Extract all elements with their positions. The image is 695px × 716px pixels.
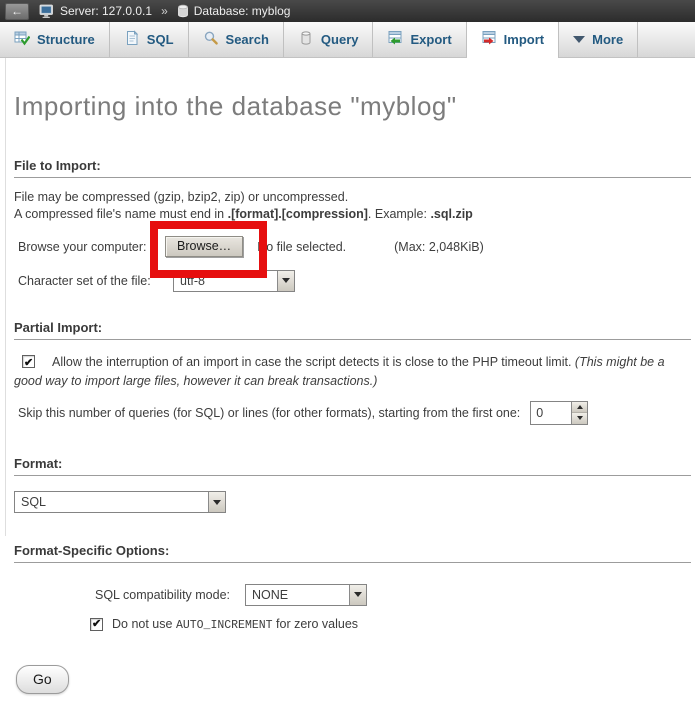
page-title: Importing into the database "myblog" xyxy=(14,91,691,121)
section-heading-format: Format: xyxy=(14,456,691,476)
charset-row: Character set of the file: utf-8 xyxy=(18,269,695,292)
compression-example: .sql.zip xyxy=(430,207,472,221)
chevron-down-icon xyxy=(282,278,290,283)
format-select[interactable]: SQL xyxy=(14,491,226,513)
allow-interruption-row: Allow the interruption of an import in c… xyxy=(14,353,677,391)
back-button[interactable]: ← xyxy=(5,3,29,20)
browse-computer-label: Browse your computer: xyxy=(18,240,165,254)
auto-increment-prefix: Do not use xyxy=(112,617,176,631)
skip-queries-label: Skip this number of queries (for SQL) or… xyxy=(18,406,520,420)
skip-queries-row: Skip this number of queries (for SQL) or… xyxy=(18,400,695,425)
compression-format-pattern: .[format].[compression] xyxy=(228,207,368,221)
tab-label: More xyxy=(592,32,623,47)
tab-export[interactable]: Export xyxy=(373,22,466,57)
spinner-buttons xyxy=(571,402,587,424)
charset-select-value: utf-8 xyxy=(174,271,277,291)
format-select-value: SQL xyxy=(15,492,208,512)
browse-button[interactable]: Browse… xyxy=(165,236,243,257)
section-heading-partial-import: Partial Import: xyxy=(14,320,691,340)
format-select-arrow-button[interactable] xyxy=(208,492,225,512)
charset-select[interactable]: utf-8 xyxy=(173,270,295,292)
search-icon xyxy=(203,30,219,49)
file-compression-info: File may be compressed (gzip, bzip2, zip… xyxy=(14,189,677,223)
breadcrumb-server-link[interactable]: Server: 127.0.0.1 xyxy=(60,4,152,18)
skip-queries-value: 0 xyxy=(531,402,571,424)
tab-sql[interactable]: SQL xyxy=(110,22,189,57)
charset-select-arrow-button[interactable] xyxy=(277,271,294,291)
tab-import[interactable]: Import xyxy=(467,22,559,58)
tab-label: Structure xyxy=(37,32,95,47)
export-icon xyxy=(387,30,403,49)
structure-icon xyxy=(14,30,30,49)
tab-label: Import xyxy=(504,32,544,47)
tab-more[interactable]: More xyxy=(559,22,638,57)
auto-increment-checkbox[interactable] xyxy=(90,618,103,631)
spinner-down-button[interactable] xyxy=(572,413,587,424)
compression-line2-prefix: A compressed file's name must end in xyxy=(14,207,228,221)
breadcrumb-database-link[interactable]: Database: myblog xyxy=(194,4,291,18)
import-icon xyxy=(481,30,497,49)
auto-increment-code: AUTO_INCREMENT xyxy=(176,619,273,632)
allow-interruption-checkbox[interactable] xyxy=(22,355,35,368)
auto-increment-suffix: for zero values xyxy=(273,617,358,631)
tab-query[interactable]: Query xyxy=(284,22,374,57)
max-upload-size: (Max: 2,048KiB) xyxy=(394,240,484,254)
chevron-down-icon xyxy=(213,500,221,505)
allow-interruption-text: Allow the interruption of an import in c… xyxy=(52,355,575,369)
database-icon xyxy=(177,4,189,18)
sql-compatibility-label: SQL compatibility mode: xyxy=(95,588,245,602)
section-heading-format-options: Format-Specific Options: xyxy=(14,543,691,563)
breadcrumb: Server: 127.0.0.1 » Database: myblog xyxy=(39,4,290,19)
tab-bar-filler xyxy=(638,22,695,57)
file-upload-row: Browse your computer: Browse… No file se… xyxy=(18,235,695,258)
content-left-border xyxy=(5,58,6,536)
section-heading-file-to-import: File to Import: xyxy=(14,158,691,178)
chevron-down-icon xyxy=(573,36,585,43)
compression-line2-mid: . Example: xyxy=(368,207,431,221)
breadcrumb-bar: ← Server: 127.0.0.1 » Database: myblog xyxy=(0,0,695,22)
no-file-selected-text: No file selected. xyxy=(257,240,346,254)
chevron-down-icon xyxy=(354,592,362,597)
format-row: SQL xyxy=(14,491,695,513)
auto-increment-label: Do not use AUTO_INCREMENT for zero value… xyxy=(112,617,358,632)
sql-icon xyxy=(124,30,140,49)
sql-compatibility-row: SQL compatibility mode: NONE xyxy=(95,582,695,607)
tab-label: Search xyxy=(226,32,269,47)
chevron-up-icon xyxy=(577,405,583,409)
sql-compatibility-value: NONE xyxy=(246,585,349,605)
spinner-up-button[interactable] xyxy=(572,402,587,414)
auto-increment-row: Do not use AUTO_INCREMENT for zero value… xyxy=(90,617,695,632)
go-button[interactable]: Go xyxy=(16,665,69,694)
compat-select-arrow-button[interactable] xyxy=(349,585,366,605)
tab-label: Export xyxy=(410,32,451,47)
sql-compatibility-select[interactable]: NONE xyxy=(245,584,367,606)
query-icon xyxy=(298,30,314,49)
tab-structure[interactable]: Structure xyxy=(0,22,110,57)
tab-search[interactable]: Search xyxy=(189,22,284,57)
tab-bar: Structure SQL Search xyxy=(0,22,695,58)
skip-queries-input[interactable]: 0 xyxy=(530,401,588,425)
tab-label: Query xyxy=(321,32,359,47)
chevron-down-icon xyxy=(577,416,583,420)
breadcrumb-separator: » xyxy=(161,4,168,18)
tab-label: SQL xyxy=(147,32,174,47)
compression-line1: File may be compressed (gzip, bzip2, zip… xyxy=(14,190,348,204)
server-icon xyxy=(39,4,55,19)
charset-label: Character set of the file: xyxy=(18,274,173,288)
